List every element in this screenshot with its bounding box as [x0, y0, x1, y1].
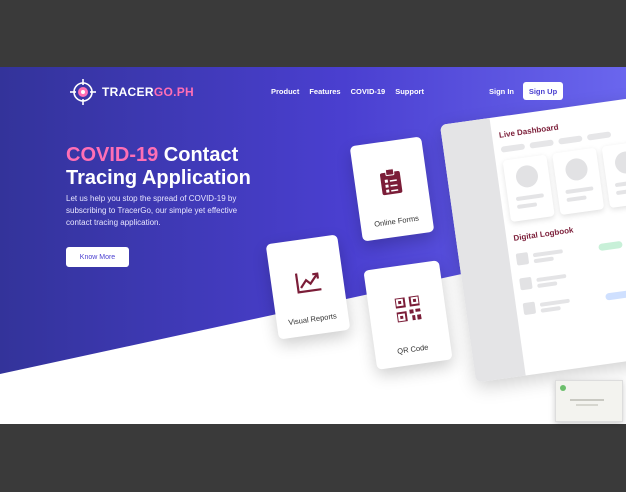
- live-dashboard-title: Live Dashboard: [498, 122, 560, 140]
- online-forms-label: Online Forms: [373, 213, 420, 229]
- hero-title-highlight: COVID-19: [66, 144, 159, 166]
- online-forms-card[interactable]: Online Forms: [349, 136, 435, 242]
- filter-pill: [529, 139, 554, 149]
- filter-pill: [500, 143, 526, 153]
- page: TRACERGO.PH Product Features COVID-19 Su…: [0, 67, 626, 424]
- hero-title-line2: Tracing Application: [66, 167, 251, 189]
- clipboard-icon: [379, 168, 403, 196]
- status-tag-blue: [605, 290, 626, 301]
- person-card: [552, 147, 605, 216]
- brand-logo[interactable]: TRACERGO.PH: [70, 79, 194, 105]
- signin-link[interactable]: Sign In: [489, 87, 514, 96]
- logbook-row-avatar: [519, 276, 533, 291]
- logbook-row-line: [533, 256, 554, 264]
- brand-name-part1: TRACER: [102, 85, 154, 99]
- filter-pill: [558, 135, 583, 145]
- logbook-row-line: [537, 281, 558, 288]
- trend-chart-icon: [294, 272, 322, 294]
- hero-title-rest: Contact: [158, 144, 239, 166]
- visual-reports-label: Visual Reports: [287, 311, 338, 328]
- person-card: [601, 140, 626, 209]
- person-card: [502, 154, 555, 223]
- visual-reports-card[interactable]: Visual Reports: [265, 234, 351, 340]
- nav-support[interactable]: Support: [395, 87, 424, 96]
- nav-product[interactable]: Product: [271, 87, 299, 96]
- logbook-row-line: [536, 273, 567, 283]
- know-more-button[interactable]: Know More: [66, 247, 129, 267]
- nav-covid19[interactable]: COVID-19: [351, 87, 386, 96]
- thumbnail-preview[interactable]: [555, 380, 623, 422]
- qr-code-icon: [394, 295, 422, 323]
- hero-subtitle: Let us help you stop the spread of COVID…: [66, 194, 238, 227]
- qr-code-card[interactable]: QR Code: [363, 260, 453, 370]
- brand-name: TRACERGO.PH: [102, 85, 194, 99]
- logbook-row-line: [539, 298, 570, 307]
- crosshair-icon: [70, 79, 96, 105]
- logbook-row-line: [532, 249, 564, 258]
- dashboard-mockup: Live Dashboard Digital Logbook: [440, 97, 626, 383]
- hero-title: COVID-19 Contact Tracing Application: [66, 144, 251, 190]
- logbook-row-avatar: [515, 252, 530, 266]
- logbook-row-avatar: [522, 301, 537, 316]
- signup-button[interactable]: Sign Up: [523, 82, 563, 100]
- digital-logbook-title: Digital Logbook: [512, 225, 574, 243]
- nav-features[interactable]: Features: [309, 87, 340, 96]
- main-nav: Product Features COVID-19 Support: [271, 87, 424, 96]
- status-tag-green: [598, 240, 623, 252]
- logbook-row-line: [540, 306, 561, 313]
- qr-code-label: QR Code: [396, 342, 429, 356]
- brand-name-part2: GO.PH: [153, 85, 194, 99]
- filter-pill: [586, 131, 612, 141]
